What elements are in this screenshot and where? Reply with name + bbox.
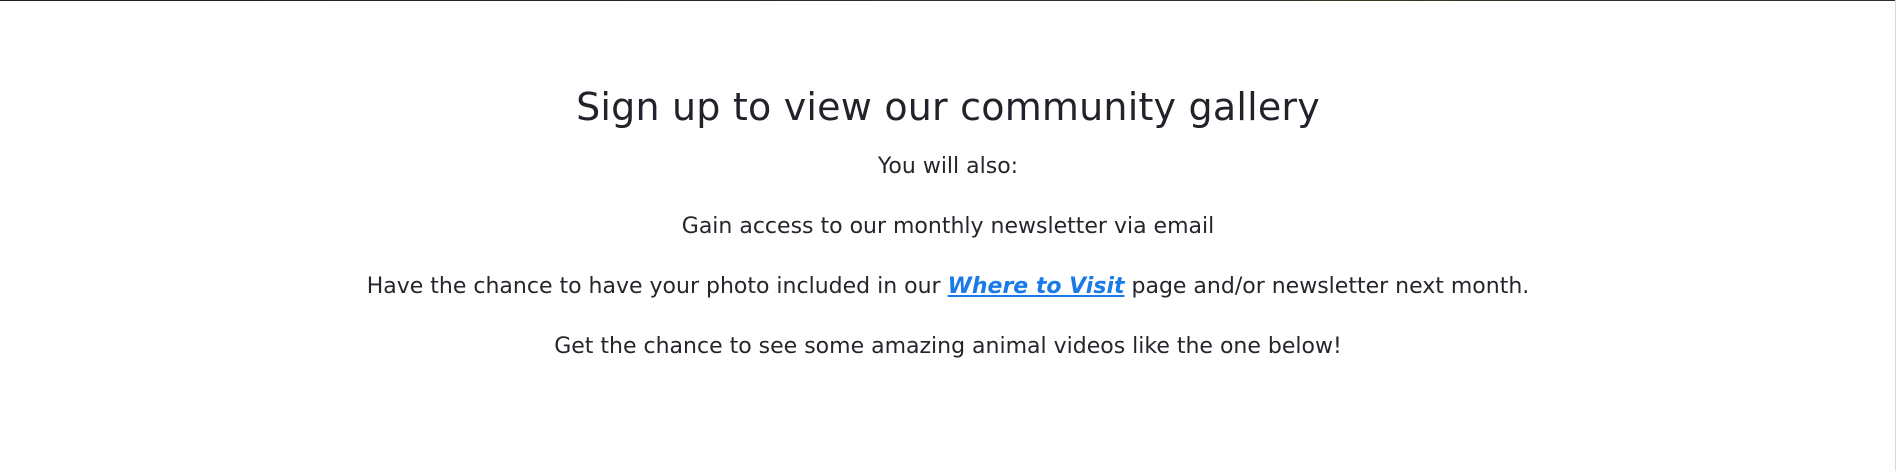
intro-text: You will also: (877, 154, 1019, 179)
benefit-photo-text-after: page and/or newsletter next month. (1124, 274, 1530, 299)
benefit-photo: Have the chance to have your photo inclu… (0, 272, 1896, 302)
benefit-photo-text-before: Have the chance to have your photo inclu… (366, 274, 948, 299)
benefit-videos: Get the chance to see some amazing anima… (554, 334, 1342, 359)
signup-section: Sign up to view our community gallery Yo… (0, 0, 1896, 471)
benefit-newsletter: Gain access to our monthly newsletter vi… (681, 214, 1215, 239)
page-title: Sign up to view our community gallery (576, 85, 1320, 129)
where-to-visit-link[interactable]: Where to Visit (948, 274, 1125, 299)
